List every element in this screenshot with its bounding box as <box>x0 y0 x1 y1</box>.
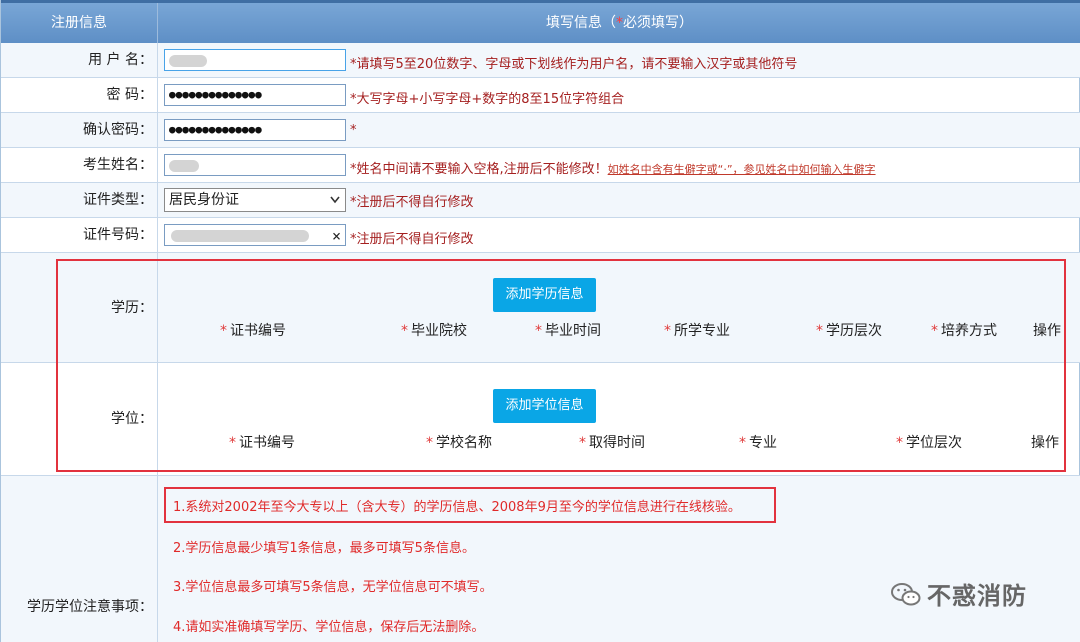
id-number-label: 证件号码： <box>1 218 158 252</box>
row-name: 考生姓名： *姓名中间请不要输入空格,注册后不能修改！如姓名中含有生僻字或“·”… <box>1 148 1080 183</box>
watermark: 不惑消防 <box>891 576 1027 611</box>
redacted-blur <box>169 55 207 67</box>
password-input[interactable]: ●●●●●●●●●●●●●● <box>164 84 346 106</box>
id-type-hint: *注册后不得自行修改 <box>350 195 474 210</box>
notes-label: 学历学位注意事项： <box>1 476 158 642</box>
row-confirm-password: 确认密码： ●●●●●●●●●●●●●● * <box>1 113 1080 148</box>
id-number-hint: *注册后不得自行修改 <box>350 232 474 247</box>
username-input[interactable] <box>164 49 346 71</box>
id-number-input[interactable]: × <box>164 224 346 246</box>
note-item-4: 4.请如实准确填写学历、学位信息，保存后无法删除。 <box>173 620 485 635</box>
education-degree-highlight <box>56 259 1066 472</box>
username-hint: *请填写5至20位数字、字母或下划线作为用户名，请不要输入汉字或其他符号 <box>350 57 798 72</box>
row-id-number: 证件号码： × *注册后不得自行修改 <box>1 218 1080 253</box>
redacted-blur <box>169 160 199 172</box>
id-type-select[interactable]: 居民身份证 <box>164 188 346 212</box>
header-registration-info: 注册信息 <box>1 3 158 43</box>
row-username: 用 户 名： *请填写5至20位数字、字母或下划线作为用户名，请不要输入汉字或其… <box>1 43 1080 78</box>
confirm-password-input[interactable]: ●●●●●●●●●●●●●● <box>164 119 346 141</box>
password-label: 密 码： <box>1 78 158 112</box>
id-type-label: 证件类型： <box>1 183 158 217</box>
password-hint: *大写字母+小写字母+数字的8至15位字符组合 <box>350 92 625 107</box>
redacted-blur <box>171 230 309 242</box>
confirm-password-label: 确认密码： <box>1 113 158 147</box>
name-input[interactable] <box>164 154 346 176</box>
registration-form: 注册信息 填写信息（*必须填写） 用 户 名： *请填写5至20位数字、字母或下… <box>0 0 1080 642</box>
note-item-1: 1.系统对2002年至今大专以上（含大专）的学历信息、2008年9月至今的学位信… <box>173 500 741 515</box>
username-label: 用 户 名： <box>1 43 158 77</box>
header-fill-info: 填写信息（*必须填写） <box>546 15 693 31</box>
chevron-down-icon <box>329 189 341 218</box>
rare-character-help-link[interactable]: 如姓名中含有生僻字或“·”，参见姓名中如何输入生僻字 <box>608 163 876 176</box>
confirm-password-hint: * <box>350 123 357 138</box>
form-header: 注册信息 填写信息（*必须填写） <box>1 3 1080 43</box>
row-id-type: 证件类型： 居民身份证 *注册后不得自行修改 <box>1 183 1080 218</box>
name-hint: *姓名中间请不要输入空格,注册后不能修改！如姓名中含有生僻字或“·”，参见姓名中… <box>350 162 876 177</box>
wechat-icon <box>891 582 921 608</box>
clear-icon[interactable]: × <box>332 226 341 246</box>
note-item-3: 3.学位信息最多可填写5条信息，无学位信息可不填写。 <box>173 580 493 595</box>
note-item-2: 2.学历信息最少填写1条信息，最多可填写5条信息。 <box>173 541 475 556</box>
row-password: 密 码： ●●●●●●●●●●●●●● *大写字母+小写字母+数字的8至15位字… <box>1 78 1080 113</box>
name-label: 考生姓名： <box>1 148 158 182</box>
